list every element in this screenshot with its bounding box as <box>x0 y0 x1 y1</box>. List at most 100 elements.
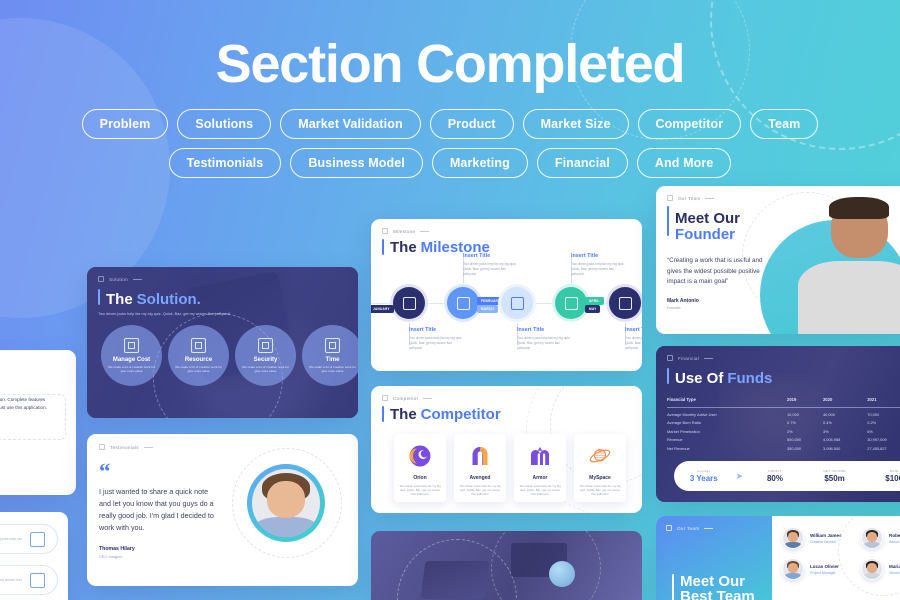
funds-title-accent: Funds <box>727 370 773 387</box>
left-icon-row[interactable]: Two driven jocks help fax <box>0 524 58 554</box>
stat-label: NET INCOME <box>823 469 846 473</box>
page-title: Section Completed <box>215 34 686 94</box>
table-body: Average Monthly Active User 10,000 40,000 7… <box>667 408 900 451</box>
competitor-item-avenged[interactable]: Avenged Two driven jocks help fax my big … <box>454 434 506 502</box>
table-header-row: Financial Type 2019 2020 2021 <box>667 397 900 408</box>
solution-eyebrow: Solution <box>98 276 347 282</box>
table-cell: 10,000 <box>787 411 799 417</box>
table-cell: 350,000 <box>787 445 802 451</box>
founder-shirt <box>798 261 900 334</box>
left-icon-text: Two driven jocks help fax <box>0 537 22 541</box>
solution-title-prefix: The <box>106 291 133 308</box>
competitor-eyebrow-text: Competitor <box>393 395 419 401</box>
competitor-item-armor[interactable]: Armor Two driven jocks help fax my big qu… <box>514 434 566 502</box>
avatar-body <box>863 573 881 579</box>
stat-value: $100 <box>885 474 900 483</box>
slide-number-icon <box>98 276 104 282</box>
slide-card-left-icons[interactable]: Two driven jocks help fax Quick Baz, get … <box>0 512 68 600</box>
slide-card-milestone[interactable]: Milestone The Milestone JANUARY Insert Ti… <box>371 219 642 371</box>
avatar-face <box>788 563 798 573</box>
table-header-cell: 2020 <box>822 397 868 408</box>
table-cell: 0.7% <box>787 420 796 426</box>
slide-card-bottom-image[interactable] <box>371 531 642 600</box>
table-cell: 4,005,988 <box>822 437 841 443</box>
tag-competitor[interactable]: Competitor <box>637 108 742 139</box>
funds-stats-bar: Average 3 Years ➤ PROFIT 80% NET INCOME $50m RA… <box>674 461 900 491</box>
slide-card-solution[interactable]: Solution The Solution. Two driven jocks … <box>87 267 358 418</box>
table-cell: Average Burn Ratio <box>667 420 701 426</box>
feature-desc: We make a lot of creative work for give … <box>242 364 289 373</box>
slide-card-use-of-funds[interactable]: Financial Use Of Funds Financial Type 201… <box>656 346 900 502</box>
hero-section: Section Completed Problem Solutions Market… <box>0 0 900 178</box>
left-icon-row[interactable]: Quick Baz, get my woven flax <box>0 565 58 595</box>
slide-card-best-team[interactable]: Our Team Meet Our Best Team William Jame… <box>656 516 900 600</box>
table-cell: 2% <box>787 428 793 434</box>
solution-feature-security[interactable]: Security We make a lot of creative work f… <box>235 325 296 386</box>
tag-problem[interactable]: Problem <box>81 108 169 139</box>
avatar-face <box>788 532 798 542</box>
avatar-face <box>867 532 877 542</box>
tag-market-size[interactable]: Market Size <box>522 108 629 139</box>
funds-title-prefix: Use Of <box>675 370 724 387</box>
stat-label: RATE <box>889 469 899 473</box>
competitor-item-orion[interactable]: Orion Two driven jocks help fax my big qu… <box>394 434 446 502</box>
tag-team[interactable]: Team <box>750 108 819 139</box>
tag-market-validation[interactable]: Market Validation <box>280 108 421 139</box>
milestone-eyebrow-text: Milestone <box>393 228 416 234</box>
milestone-node-january[interactable] <box>393 287 425 319</box>
milestone-node-march[interactable] <box>501 287 533 319</box>
avatar-body <box>784 573 802 579</box>
report-icon <box>30 572 45 588</box>
avatar-face <box>266 481 306 518</box>
tag-financial[interactable]: Financial <box>536 147 628 178</box>
milestone-node-may[interactable] <box>609 287 641 319</box>
team-eyebrow-text: Our Team <box>677 525 700 531</box>
feature-title: Manage Cost <box>112 356 151 363</box>
divider-dash-icon <box>705 197 715 199</box>
member-name: William James <box>810 532 842 538</box>
slide-number-icon <box>667 355 673 361</box>
solution-feature-manage-cost[interactable]: Manage Cost We make a lot of creative wor… <box>101 325 162 386</box>
milestone-label: Insert Title Two driven jocks help fax my… <box>571 253 625 276</box>
milestone-node-february[interactable] <box>447 287 479 319</box>
slide-card-competitor[interactable]: Competitor The Competitor Orion Two drive… <box>371 386 642 513</box>
tag-and-more[interactable]: And More <box>636 147 732 178</box>
slide-card-testimonials[interactable]: Testimonials “ I just wanted to share a … <box>87 434 358 586</box>
feature-title: Time <box>325 356 340 363</box>
table-row: Revenue 500,000 4,005,988 30,997,009 <box>667 434 900 443</box>
tag-product[interactable]: Product <box>429 108 514 139</box>
slide-card-founder[interactable]: Our Team Meet Our Founder “Creating a wo… <box>656 186 900 334</box>
avatar-body <box>784 542 802 548</box>
competitor-item-myspace[interactable]: MySpace Two driven jocks help fax my big … <box>574 434 626 502</box>
resource-icon <box>191 337 206 353</box>
title-accent-bar <box>667 206 669 236</box>
avatar-ring <box>247 464 325 542</box>
stat-label: Average <box>697 469 711 473</box>
stat-value: 3 Years <box>689 474 718 483</box>
tag-business-model[interactable]: Business Model <box>290 147 423 178</box>
slide-card-left-quote[interactable]: “ Now in love with this application. Com… <box>0 350 76 495</box>
testimonials-eyebrow-text: Testimonials <box>110 444 139 450</box>
competitor-card-list: Orion Two driven jocks help fax my big qu… <box>394 434 626 502</box>
founder-title: Meet Our Founder <box>675 210 740 243</box>
feature-desc: We make a lot of creative work for give … <box>309 364 356 373</box>
milestone-item-title: Insert Title <box>517 327 545 333</box>
table-cell: Market Penetration <box>667 428 700 434</box>
tag-marketing[interactable]: Marketing <box>431 147 528 178</box>
avatar <box>252 469 320 537</box>
stat-net-income: NET INCOME $50m <box>805 469 865 483</box>
milestone-node-april[interactable] <box>555 287 587 319</box>
milestone-month-chip: MARCH <box>477 305 498 313</box>
solution-feature-time[interactable]: Time We make a lot of creative work for g… <box>302 325 358 386</box>
milestone-title-prefix: The <box>390 238 417 256</box>
tag-testimonials[interactable]: Testimonials <box>168 147 282 178</box>
tag-row-primary: Problem Solutions Market Validation Product… <box>0 108 900 139</box>
chart-icon <box>618 296 632 310</box>
solution-feature-resource[interactable]: Resource We make a lot of creative work f… <box>168 325 229 386</box>
milestone-label: Insert Title Two driven jocks help fax my… <box>625 327 642 350</box>
left-icons-list: Two driven jocks help fax Quick Baz, get … <box>0 512 68 600</box>
avatar-body <box>256 516 316 537</box>
tag-solutions[interactable]: Solutions <box>177 108 272 139</box>
table-cell: Average Monthly Active User <box>667 411 717 417</box>
divider-dash-icon <box>420 230 430 232</box>
